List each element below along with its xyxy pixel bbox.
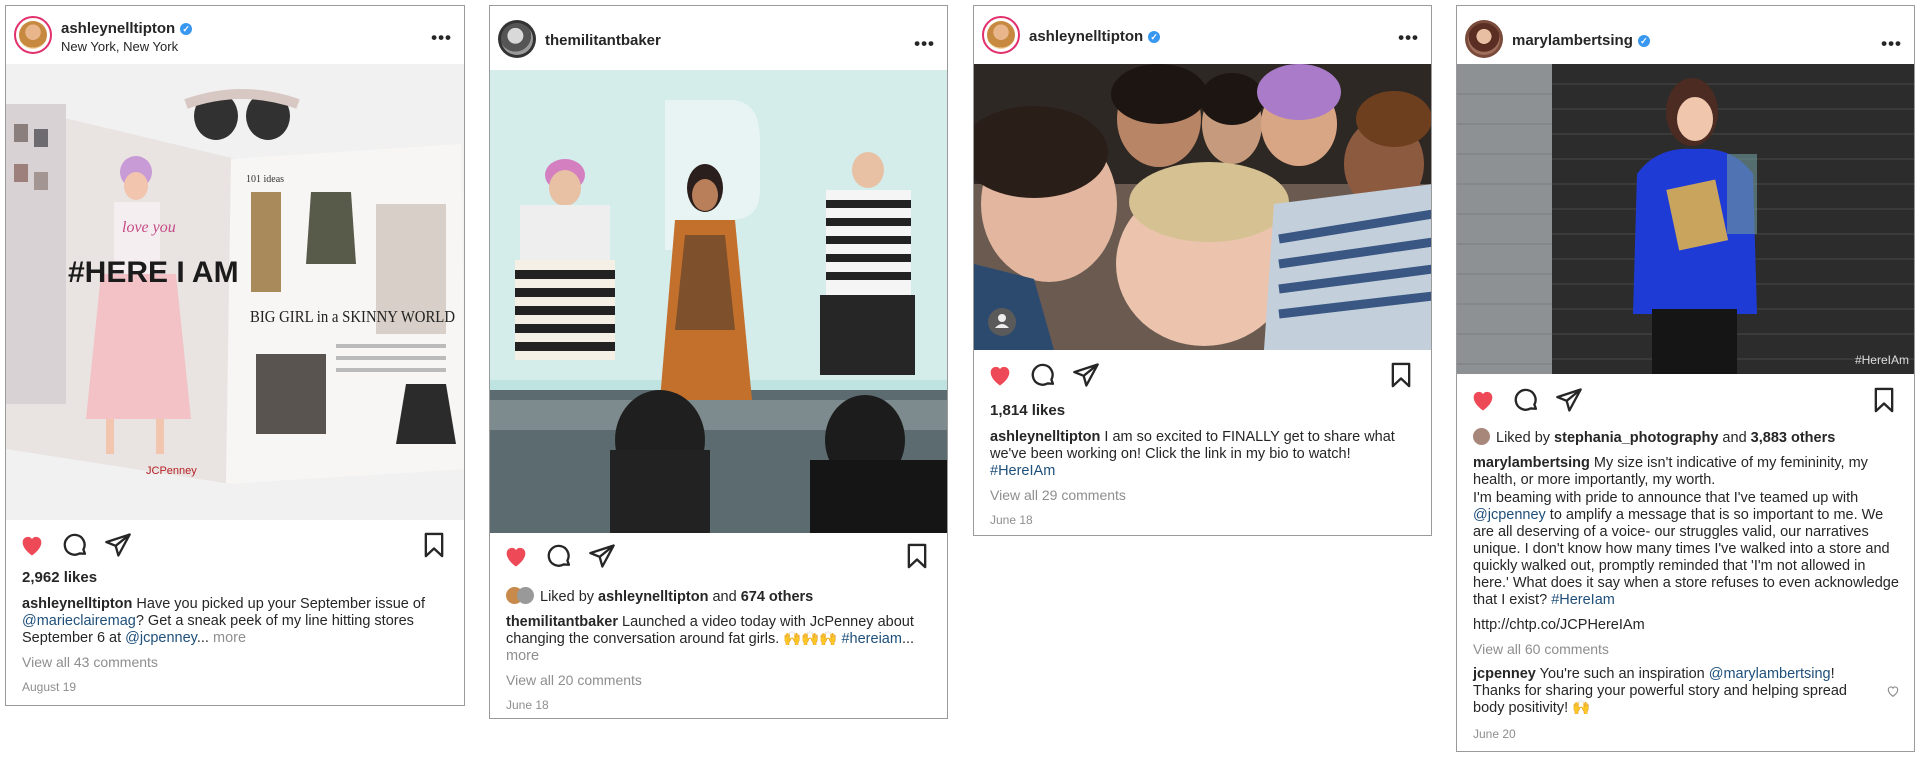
photo-watermark: #HereIAm (1855, 353, 1909, 367)
share-icon[interactable] (1555, 386, 1583, 414)
comment-icon[interactable] (1512, 386, 1540, 414)
post-date: June 18 (990, 513, 1033, 527)
post-image[interactable] (974, 64, 1431, 350)
like-heart-icon[interactable] (986, 361, 1014, 389)
sticker-text: love you (122, 219, 176, 236)
post-date: June 20 (1473, 727, 1516, 741)
bookmark-icon[interactable] (1870, 386, 1898, 414)
username[interactable]: themilitantbaker (545, 32, 661, 49)
mention-link[interactable]: @marylambertsing (1709, 666, 1831, 682)
liker-avatar (517, 587, 534, 604)
view-comments-link[interactable]: View all 43 comments (22, 654, 450, 671)
post-date: August 19 (22, 680, 77, 694)
ideas-label: 101 ideas (246, 174, 284, 185)
share-icon[interactable] (104, 531, 132, 559)
more-link[interactable]: more (506, 648, 539, 664)
post-actions (490, 542, 947, 572)
comment-icon[interactable] (61, 531, 89, 559)
comment-icon[interactable] (1029, 361, 1057, 389)
bookmark-icon[interactable] (1387, 361, 1415, 389)
post-header: themilitantbaker ••• (490, 6, 947, 64)
liked-by: Liked by stephania_photography and 3,883… (1473, 428, 1900, 447)
avatar[interactable] (14, 16, 52, 54)
comment-like-heart-icon[interactable] (1886, 684, 1900, 698)
brand-logo-text: JCPenney (146, 465, 197, 477)
caption-paragraph: I'm beaming with pride to announce that … (1473, 490, 1899, 608)
post-actions (1457, 386, 1914, 416)
like-heart-icon[interactable] (18, 531, 46, 559)
view-comments-link[interactable]: View all 29 comments (990, 487, 1417, 504)
likes-count[interactable]: 1,814 likes (990, 402, 1065, 419)
like-heart-icon[interactable] (1469, 386, 1497, 414)
portrait-photo: #HereIAm (1457, 64, 1914, 374)
caption: themilitantbaker Launched a video today … (506, 614, 915, 664)
magazine-subhead: BIG GIRL in a SKINNY WORLD (250, 307, 455, 326)
stage-photo (490, 70, 947, 533)
bookmark-icon[interactable] (420, 531, 448, 559)
avatar[interactable] (982, 16, 1020, 54)
magazine-headline: #HERE I AM (68, 256, 239, 289)
mention-link[interactable]: @jcpenney (125, 630, 197, 646)
more-options-icon[interactable]: ••• (431, 28, 452, 48)
location[interactable]: New York, New York (61, 39, 178, 54)
post-card-4: marylambertsing ✓ ••• #HereIAm Liked by … (1456, 5, 1915, 752)
post-card-1: ashleynelltipton ✓ New York, New York •••… (5, 5, 465, 706)
comment-username[interactable]: jcpenney (1473, 666, 1536, 682)
magazine-photo: #HERE I AM love you JCPenney 101 ideas B… (6, 64, 464, 520)
bookmark-icon[interactable] (903, 542, 931, 570)
more-options-icon[interactable]: ••• (914, 34, 935, 54)
verified-badge-icon: ✓ (1148, 31, 1161, 43)
caption: ashleynelltipton Have you picked up your… (22, 596, 425, 646)
post-header: ashleynelltipton ✓ ••• (974, 6, 1431, 64)
avatar[interactable] (1465, 20, 1503, 58)
more-options-icon[interactable]: ••• (1881, 34, 1902, 54)
liked-by: Liked by ashleynelltipton and 674 others (506, 587, 933, 606)
more-link[interactable]: more (213, 630, 246, 646)
caption-username[interactable]: ashleynelltipton (22, 596, 132, 612)
post-date: June 18 (506, 698, 549, 712)
caption-username[interactable]: themilitantbaker (506, 614, 618, 630)
group-selfie-photo (974, 64, 1431, 350)
post-image[interactable]: #HERE I AM love you JCPenney 101 ideas B… (6, 64, 464, 520)
striped-skirt (515, 260, 615, 360)
post-actions (974, 361, 1431, 391)
comment-icon[interactable] (545, 542, 573, 570)
more-options-icon[interactable]: ••• (1398, 28, 1419, 48)
username[interactable]: ashleynelltipton ✓ (61, 20, 193, 37)
post-actions (6, 531, 464, 561)
post-image[interactable] (490, 70, 947, 533)
caption-username[interactable]: ashleynelltipton (990, 429, 1100, 445)
hashtag-link[interactable]: #hereiam (841, 631, 901, 647)
post-header: marylambertsing ✓ ••• (1457, 6, 1914, 64)
username[interactable]: ashleynelltipton ✓ (1029, 28, 1161, 45)
share-icon[interactable] (588, 542, 616, 570)
verified-badge-icon: ✓ (1637, 35, 1650, 47)
post-image[interactable]: #HereIAm (1457, 64, 1914, 374)
mention-link[interactable]: @marieclairemag (22, 613, 136, 629)
likes-count[interactable]: 2,962 likes (22, 569, 97, 586)
post-card-3: ashleynelltipton ✓ ••• 1,814 likes ashley… (973, 5, 1432, 536)
hashtag-link[interactable]: #HereIAm (990, 463, 1055, 479)
tagged-people-icon[interactable] (998, 314, 1006, 322)
like-heart-icon[interactable] (502, 542, 530, 570)
avatar[interactable] (498, 20, 536, 58)
view-comments-link[interactable]: View all 20 comments (506, 672, 933, 689)
caption-url[interactable]: http://chtp.co/JCPHereIAm (1473, 617, 1900, 634)
username[interactable]: marylambertsing ✓ (1512, 32, 1650, 49)
mention-link[interactable]: @jcpenney (1473, 507, 1546, 523)
caption: ashleynelltipton I am so excited to FINA… (990, 429, 1395, 479)
share-icon[interactable] (1072, 361, 1100, 389)
verified-badge-icon: ✓ (180, 23, 193, 35)
comment: jcpenney You're such an inspiration @mar… (1473, 666, 1847, 716)
hashtag-link[interactable]: #HereIam (1551, 592, 1615, 608)
liker-avatar (1473, 428, 1490, 445)
post-card-2: themilitantbaker ••• Liked by ashleynell… (489, 5, 948, 719)
caption-username[interactable]: marylambertsing (1473, 455, 1590, 471)
view-comments-link[interactable]: View all 60 comments (1473, 641, 1900, 658)
caption: marylambertsing My size isn't indicative… (1473, 455, 1868, 488)
post-header: ashleynelltipton ✓ New York, New York ••• (6, 6, 464, 64)
